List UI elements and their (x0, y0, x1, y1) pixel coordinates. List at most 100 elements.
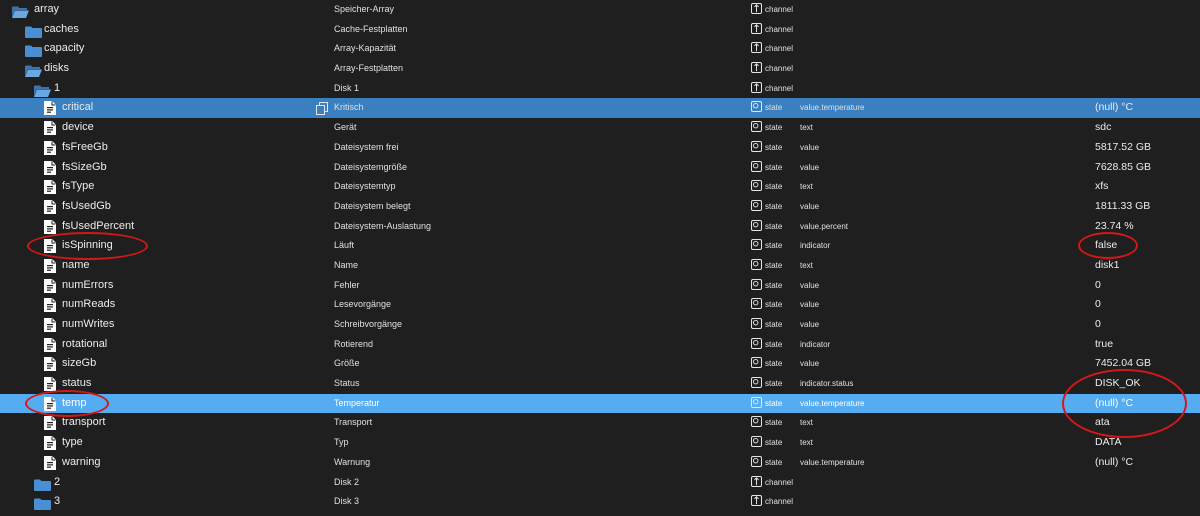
row-type: state (765, 300, 783, 310)
tree-row-fsType[interactable]: fsType Dateisystemtyp state text xfs (0, 177, 1200, 197)
row-value[interactable]: xfs (1095, 177, 1108, 197)
row-role: value.temperature (800, 398, 865, 408)
channel-icon (751, 42, 762, 54)
row-value[interactable]: disk1 (1095, 256, 1120, 276)
row-value[interactable]: 0 (1095, 295, 1101, 315)
row-type: state (765, 260, 783, 270)
row-description: Array-Kapazität (334, 43, 397, 54)
row-type: channel (765, 64, 794, 74)
file-icon (44, 318, 56, 332)
state-icon (751, 337, 762, 349)
row-role: value (800, 320, 820, 329)
file-icon (44, 199, 56, 214)
row-value[interactable]: sdc (1095, 118, 1111, 138)
state-icon (751, 180, 762, 192)
row-role: value (800, 280, 820, 290)
state-icon (751, 160, 762, 172)
tree-row-status[interactable]: status Status state indicator.status DISK_OK (0, 374, 1200, 394)
row-role: text (800, 438, 813, 448)
row-type: channel (765, 44, 794, 54)
row-value[interactable]: 5817.52 GB (1095, 138, 1151, 158)
row-value[interactable]: (null) °C (1095, 453, 1133, 473)
row-value[interactable]: DISK_OK (1095, 374, 1141, 394)
tree-row-device[interactable]: device Gerät state text sdc (0, 118, 1200, 138)
file-icon (44, 219, 56, 234)
row-description: Disk 2 (334, 476, 360, 487)
tree-row-3[interactable]: 3 Disk 3 channel (0, 492, 1200, 512)
row-value[interactable]: (null) °C (1095, 394, 1133, 414)
row-name: rotational (62, 337, 108, 350)
state-icon (751, 278, 762, 290)
tree-row-capacity[interactable]: capacity Array-Kapazität channel (0, 39, 1200, 59)
row-value[interactable]: DATA (1095, 433, 1121, 453)
row-name: fsFreeGb (62, 140, 108, 153)
tree-row-fsUsedGb[interactable]: fsUsedGb Dateisystem belegt state value 1811… (0, 197, 1200, 217)
row-value[interactable]: 7628.85 GB (1095, 158, 1151, 178)
tree-row-numWrites[interactable]: numWrites Schreibvorgänge state value 0 (0, 315, 1200, 335)
row-description: Disk 3 (334, 496, 360, 507)
tree-row-2[interactable]: 2 Disk 2 channel (0, 473, 1200, 493)
tree-row-rotational[interactable]: rotational Rotierend state indicator true (0, 335, 1200, 355)
tree-row-type[interactable]: type Typ state text DATA (0, 433, 1200, 453)
row-name: numReads (62, 298, 116, 311)
row-value[interactable]: 0 (1095, 315, 1101, 335)
row-value[interactable]: false (1095, 236, 1117, 256)
tree-row-fsFreeGb[interactable]: fsFreeGb Dateisystem frei state value 5817.5… (0, 138, 1200, 158)
row-name: transport (62, 416, 106, 429)
tree-row-transport[interactable]: transport Transport state text ata (0, 413, 1200, 433)
tree-row-isSpinning[interactable]: isSpinning Läuft state indicator false (0, 236, 1200, 256)
state-icon (751, 140, 762, 152)
row-type: state (765, 398, 783, 408)
row-name: sizeGb (62, 357, 97, 370)
row-role: value (800, 201, 820, 211)
state-icon (751, 258, 762, 270)
row-role: text (800, 418, 813, 428)
row-name: fsUsedGb (62, 199, 111, 212)
tree-row-array[interactable]: array Speicher-Array channel (0, 0, 1200, 20)
row-role: text (800, 182, 813, 192)
tree-row-fsUsedPercent[interactable]: fsUsedPercent Dateisystem-Auslastung state… (0, 217, 1200, 237)
channel-icon (751, 62, 762, 74)
row-description: Status (334, 378, 360, 389)
row-value[interactable]: ata (1095, 413, 1110, 433)
tree-row-temp[interactable]: temp Temperatur state value.temperature (nul… (0, 393, 1200, 414)
row-role: text (800, 260, 813, 270)
row-name: temp (62, 396, 87, 409)
row-description: Dateisystemgröße (334, 161, 408, 172)
state-icon (751, 239, 762, 251)
row-value[interactable]: 23.74 % (1095, 217, 1134, 237)
tree-row-numReads[interactable]: numReads Lesevorgänge state value 0 (0, 295, 1200, 315)
tree-row-critical[interactable]: critical Kritisch state value.temperature (n… (0, 98, 1200, 119)
row-value[interactable]: true (1095, 335, 1113, 355)
row-description: Dateisystem frei (334, 141, 399, 152)
row-description: Cache-Festplatten (334, 23, 408, 34)
tree-row-numErrors[interactable]: numErrors Fehler state value 0 (0, 276, 1200, 296)
row-value[interactable]: 1811.33 GB (1095, 197, 1150, 217)
row-type: state (765, 123, 783, 133)
row-type: channel (765, 24, 794, 34)
row-value[interactable]: 7452.04 GB (1095, 354, 1151, 374)
channel-icon (751, 22, 762, 34)
tree-row-disks[interactable]: disks Array-Festplatten channel (0, 59, 1200, 79)
row-type: state (765, 339, 783, 349)
row-role: text (800, 123, 813, 133)
tree-row-sizeGb[interactable]: sizeGb Größe state value 7452.04 GB (0, 354, 1200, 374)
file-icon (44, 396, 56, 411)
file-icon (44, 337, 56, 352)
state-icon (751, 298, 762, 310)
tree-row-name[interactable]: name Name state text disk1 (0, 256, 1200, 276)
row-value[interactable]: 0 (1095, 276, 1101, 296)
tree-row-caches[interactable]: caches Cache-Festplatten channel (0, 20, 1200, 40)
tree-row-warning[interactable]: warning Warnung state value.temperature (nul… (0, 453, 1200, 473)
copy-icon[interactable] (316, 101, 328, 116)
tree-row-fsSizeGb[interactable]: fsSizeGb Dateisystemgröße state value 7628.8… (0, 158, 1200, 178)
row-name: warning (62, 455, 101, 468)
row-name: 1 (54, 81, 61, 94)
row-type: channel (765, 83, 794, 93)
tree-row-1[interactable]: 1 Disk 1 channel (0, 79, 1200, 99)
row-value[interactable]: (null) °C (1095, 98, 1133, 118)
row-name: fsType (62, 180, 95, 193)
row-role: indicator (800, 339, 831, 349)
folder-icon (34, 477, 51, 491)
folder-open-icon (34, 83, 51, 97)
